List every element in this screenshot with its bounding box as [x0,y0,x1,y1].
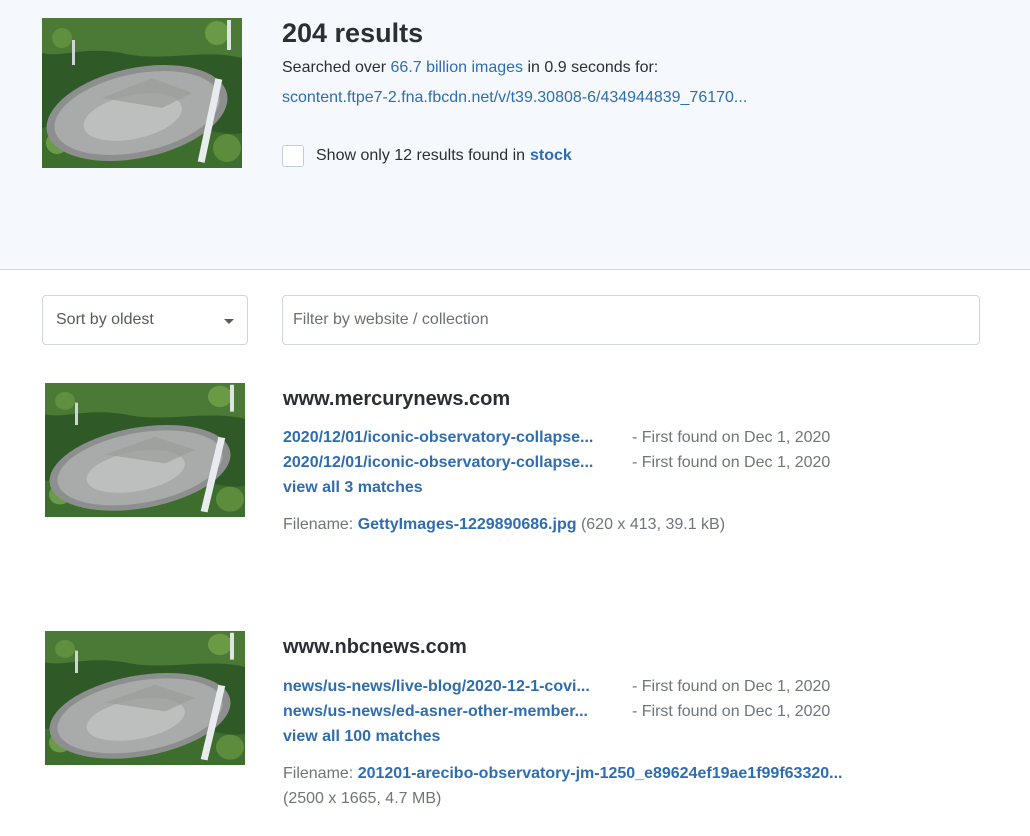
first-found-date: - First found on Dec 1, 2020 [632,454,831,471]
match-link[interactable]: news/us-news/ed-asner-other-member... [283,703,629,721]
query-image-thumbnail[interactable] [42,18,242,168]
first-found-date: - First found on Dec 1, 2020 [632,703,831,720]
caret-down-icon [224,319,234,324]
result-thumbnail[interactable] [45,631,245,765]
query-url-link[interactable]: scontent.ftpe7-2.fna.fbcdn.net/v/t39.308… [282,89,747,107]
result-count: 204 results [282,18,424,48]
first-found-date: - First found on Dec 1, 2020 [632,429,831,446]
result-thumbnail[interactable] [45,383,245,517]
result-site: www.mercurynews.com [283,388,511,410]
filename-row: Filename: 201201-arecibo-observatory-jm-… [283,765,842,783]
filename-row: Filename: GettyImages-1229890686.jpg (62… [283,516,725,534]
filename-link[interactable]: 201201-arecibo-observatory-jm-1250_e8962… [358,765,843,783]
match-link[interactable]: news/us-news/live-blog/2020-12-1-covi... [283,678,629,696]
stock-link[interactable]: stock [530,147,572,165]
sort-dropdown[interactable]: Sort by oldest [42,295,248,345]
searched-summary: Searched over 66.7 billion images in 0.9… [282,59,658,77]
filename-link[interactable]: GettyImages-1229890686.jpg [358,516,577,534]
stock-filter-label: Show only 12 results found in [316,147,526,164]
match-row: news/us-news/ed-asner-other-member... - … [283,703,830,721]
search-summary-header: 204 results Searched over 66.7 billion i… [0,0,1030,270]
first-found-date: - First found on Dec 1, 2020 [632,678,831,695]
searched-prefix: Searched over [282,59,391,76]
file-meta: (620 x 413, 39.1 kB) [580,516,726,533]
match-row: 2020/12/01/iconic-observatory-collapse..… [283,454,830,472]
view-all-matches-link[interactable]: view all 100 matches [283,728,440,746]
result-site: www.nbcnews.com [283,636,467,658]
view-all-matches-link[interactable]: view all 3 matches [283,479,423,497]
match-row: 2020/12/01/iconic-observatory-collapse..… [283,429,830,447]
file-meta: (2500 x 1665, 4.7 MB) [283,790,442,807]
match-row: news/us-news/live-blog/2020-12-1-covi...… [283,678,830,696]
filter-website-input[interactable] [282,295,980,345]
filename-label: Filename: [283,516,354,533]
sort-dropdown-label: Sort by oldest [56,311,154,328]
index-size-link[interactable]: 66.7 billion images [391,59,524,76]
filename-label: Filename: [283,765,354,782]
match-link[interactable]: 2020/12/01/iconic-observatory-collapse..… [283,429,629,447]
stock-filter-row: Show only 12 results found in stock [282,145,572,167]
searched-suffix: in 0.9 seconds for: [523,59,659,76]
stock-only-checkbox[interactable] [282,145,304,167]
match-link[interactable]: 2020/12/01/iconic-observatory-collapse..… [283,454,629,472]
